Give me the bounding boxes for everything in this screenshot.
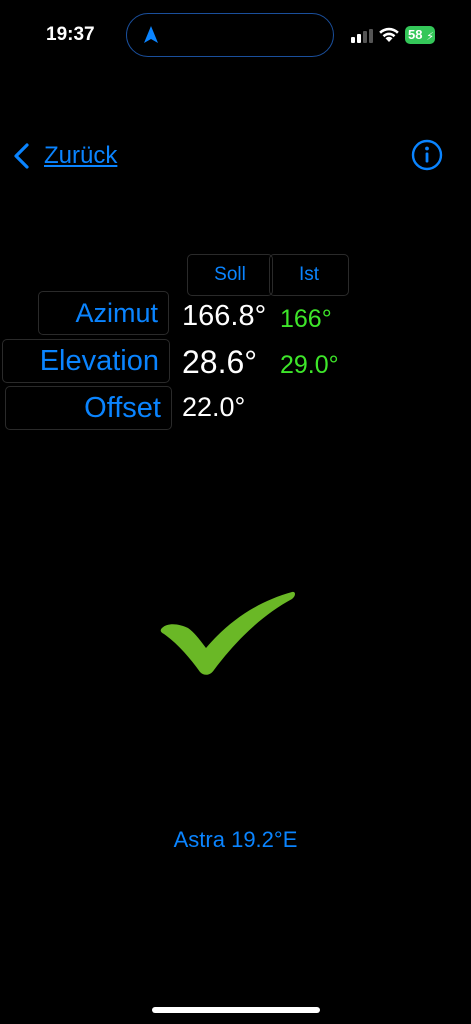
elevation-ist-value: 29.0° (280, 351, 339, 379)
battery-level: 58 (408, 27, 423, 42)
battery-indicator: 58 ⚡ (405, 26, 435, 44)
status-time: 19:37 (46, 24, 95, 45)
chevron-left-icon (14, 143, 29, 169)
soll-header: Soll (187, 254, 273, 296)
azimut-label: Azimut (38, 291, 169, 335)
azimut-ist-value: 166° (280, 305, 332, 333)
wifi-icon (379, 27, 399, 42)
back-button[interactable]: Zurück (12, 140, 117, 172)
azimut-soll-value: 166.8° (182, 300, 267, 332)
location-arrow-icon (144, 26, 158, 43)
back-label: Zurück (44, 142, 118, 169)
checkmark-icon (160, 591, 295, 675)
dynamic-island[interactable] (126, 13, 334, 57)
cellular-signal-icon (351, 29, 373, 43)
offset-soll-value: 22.0° (182, 392, 246, 422)
battery-charging-icon: ⚡ (426, 31, 434, 43)
satellite-name: Astra 19.2°E (173, 827, 298, 852)
home-indicator[interactable] (152, 1007, 320, 1013)
offset-label: Offset (5, 386, 172, 430)
elevation-soll-value: 28.6° (182, 344, 258, 380)
elevation-label: Elevation (2, 339, 170, 383)
info-circle-icon[interactable] (411, 139, 443, 171)
ist-header: Ist (269, 254, 349, 296)
